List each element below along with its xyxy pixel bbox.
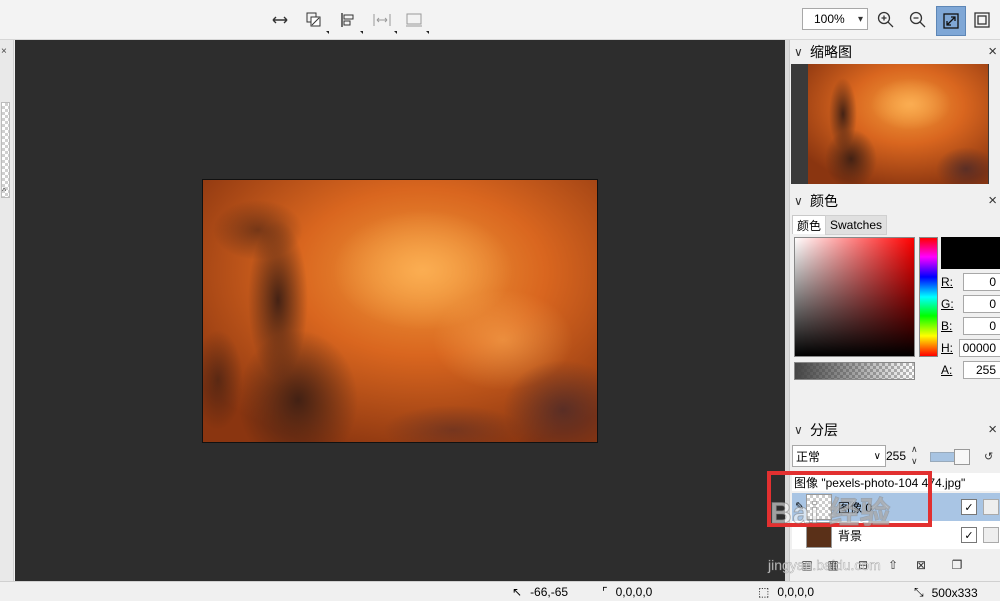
thumbnail-panel-header[interactable]: ∨ 缩略图 × bbox=[790, 41, 1000, 63]
channel-r-label: R: bbox=[941, 275, 953, 289]
move-layer-icon[interactable]: ⇧ bbox=[884, 556, 902, 574]
reset-icon[interactable]: ↺ bbox=[984, 450, 993, 463]
channel-g-label: G: bbox=[941, 297, 954, 311]
status-bar: ↖ -66,-65 ⌜ 0,0,0,0 ⬚ 0,0,0,0 ⤡ 500x333 bbox=[0, 581, 1000, 601]
image-canvas[interactable] bbox=[15, 40, 785, 581]
close-icon[interactable]: × bbox=[988, 43, 997, 60]
stepper-down-icon[interactable]: ∨ bbox=[911, 456, 918, 467]
zoom-out-icon[interactable] bbox=[904, 6, 932, 34]
saturation-value-field[interactable] bbox=[794, 237, 915, 357]
layer-lock-toggle[interactable] bbox=[983, 499, 999, 515]
layer-properties-icon[interactable]: ❐ bbox=[948, 556, 966, 574]
cursor-arrow-icon: ↖ bbox=[512, 585, 523, 599]
color-panel-header[interactable]: ∨ 颜色 × bbox=[790, 190, 1000, 212]
channel-b: B: 0 bbox=[941, 316, 1000, 336]
layers-panel-header[interactable]: ∨ 分层 × bbox=[790, 419, 1000, 441]
hue-slider[interactable] bbox=[919, 237, 938, 357]
marquee-icon: ⬚ bbox=[758, 585, 770, 599]
secondary-color-swatch[interactable] bbox=[1, 102, 10, 198]
delete-layer-icon[interactable]: ⊠ bbox=[912, 556, 930, 574]
chevron-down-icon[interactable]: ∨ bbox=[794, 194, 810, 208]
chevron-down-icon: ∨ bbox=[873, 451, 881, 462]
tab-swatches[interactable]: Swatches bbox=[825, 215, 888, 235]
channel-a-label: A: bbox=[941, 363, 953, 377]
blend-mode-select[interactable]: 正常 ∨ bbox=[792, 445, 886, 467]
flip-horizontal-icon[interactable] bbox=[268, 9, 292, 31]
tab-color[interactable]: 颜色 bbox=[792, 215, 827, 234]
hex-input[interactable]: 00000 bbox=[958, 339, 1000, 357]
close-icon[interactable]: × bbox=[988, 192, 997, 209]
channel-g-input[interactable]: 0 bbox=[963, 295, 1000, 313]
chevron-up-icon[interactable]: ^ bbox=[2, 186, 6, 196]
channel-a: A: 255 bbox=[941, 360, 1000, 380]
chevron-down-icon[interactable]: ∨ bbox=[794, 423, 810, 437]
distribute-icon[interactable] bbox=[370, 9, 397, 34]
color-panel-title: 颜色 bbox=[810, 193, 838, 209]
zoom-value: 100% bbox=[814, 12, 845, 26]
resize-canvas-icon[interactable] bbox=[402, 9, 429, 34]
layers-panel-title: 分层 bbox=[810, 422, 838, 438]
cursor-position-value: -66,-65 bbox=[530, 585, 569, 599]
cursor-position: ↖ -66,-65 bbox=[512, 585, 568, 599]
image-size: ⤡ 500x333 bbox=[914, 585, 978, 600]
opacity-slider-handle[interactable] bbox=[954, 449, 970, 465]
watermark-logo: Bai 经验 bbox=[769, 497, 892, 531]
channel-r-input[interactable]: 0 bbox=[963, 273, 1000, 291]
actual-size-icon[interactable] bbox=[968, 6, 996, 34]
fit-to-window-icon[interactable] bbox=[936, 6, 966, 36]
expand-icon: ⤡ bbox=[914, 585, 924, 599]
chevron-down-icon: ▾ bbox=[857, 14, 863, 25]
selection-size: ⌜ 0,0,0,0 bbox=[602, 585, 652, 599]
lock-icon[interactable] bbox=[983, 527, 999, 543]
thumbnail-preview[interactable] bbox=[791, 64, 989, 184]
zoom-select[interactable]: 100% ▾ bbox=[802, 8, 868, 30]
image-size-value: 500x333 bbox=[931, 585, 978, 600]
close-icon[interactable]: × bbox=[988, 421, 997, 438]
selection-offset-value: 0,0,0,0 bbox=[777, 585, 815, 599]
channel-h: H: 00000 bbox=[941, 338, 1000, 358]
watermark-url: jingyan.baidu.com bbox=[768, 557, 881, 574]
left-tool-strip: × ^ bbox=[0, 40, 14, 581]
channel-h-label: H: bbox=[941, 341, 953, 355]
align-left-icon[interactable] bbox=[336, 9, 363, 34]
channel-g: G: 0 bbox=[941, 294, 1000, 314]
channel-b-input[interactable]: 0 bbox=[963, 317, 1000, 335]
zoom-in-icon[interactable] bbox=[872, 6, 900, 34]
photo-image bbox=[202, 179, 598, 443]
arrange-layers-icon[interactable] bbox=[302, 9, 329, 34]
layer-visibility-checkbox[interactable]: ✓ bbox=[961, 527, 977, 543]
channel-b-label: B: bbox=[941, 319, 953, 333]
stepper-up-icon[interactable]: ∧ bbox=[911, 444, 918, 455]
channel-a-input[interactable]: 255 bbox=[963, 361, 1000, 379]
blend-mode-value: 正常 bbox=[796, 449, 821, 464]
current-color-swatch bbox=[941, 237, 1000, 269]
layer-visibility-checkbox[interactable]: ✓ bbox=[961, 499, 977, 515]
chevron-down-icon[interactable]: ∨ bbox=[794, 45, 810, 59]
close-icon[interactable]: × bbox=[1, 46, 7, 57]
channel-r: R: 0 bbox=[941, 272, 1000, 292]
selection-size-value: 0,0,0,0 bbox=[615, 585, 653, 599]
selection-offset: ⬚ 0,0,0,0 bbox=[758, 585, 814, 599]
thumbnail-panel-title: 缩略图 bbox=[810, 44, 852, 60]
top-toolbar: 100% ▾ bbox=[0, 0, 1000, 40]
alpha-slider[interactable] bbox=[794, 362, 915, 380]
crop-icon: ⌜ bbox=[602, 585, 608, 599]
layer-opacity-input[interactable]: 255 bbox=[886, 445, 908, 467]
